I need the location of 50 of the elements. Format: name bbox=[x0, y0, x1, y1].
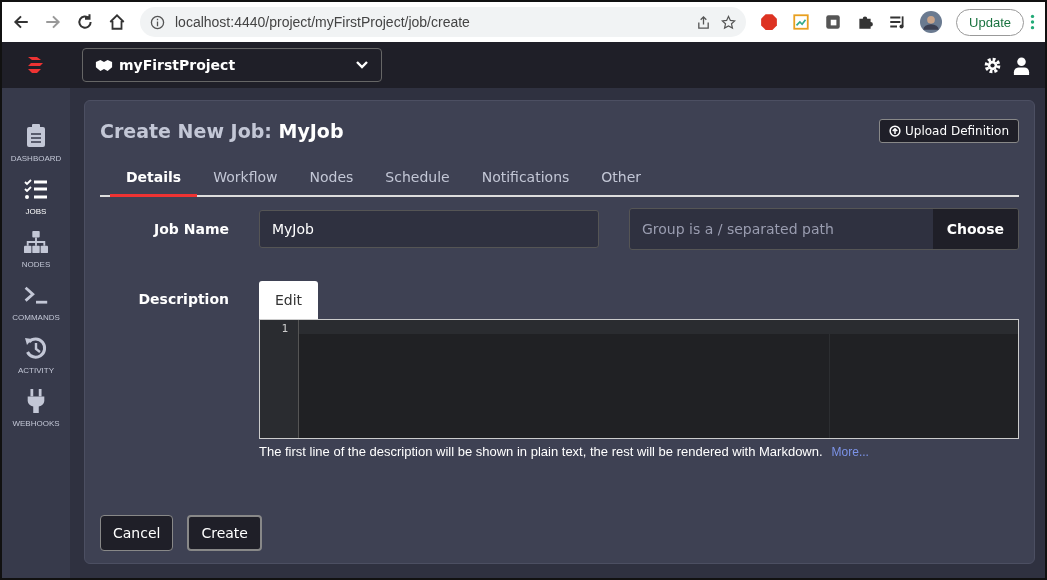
sidebar-item[interactable]: WEBHOOKS bbox=[12, 389, 60, 428]
upload-definition-button[interactable]: Upload Definition bbox=[879, 119, 1019, 143]
project-dropdown[interactable]: myFirstProject bbox=[82, 48, 382, 82]
edit-tab[interactable]: Edit bbox=[259, 281, 319, 319]
sidebar-item[interactable]: DASHBOARD bbox=[10, 124, 62, 163]
chevron-down-icon bbox=[355, 60, 369, 70]
forward-icon[interactable] bbox=[44, 13, 62, 31]
reload-icon[interactable] bbox=[76, 13, 94, 31]
more-link[interactable]: More... bbox=[831, 445, 869, 459]
cancel-button[interactable]: Cancel bbox=[100, 515, 174, 551]
sidebar-item[interactable]: JOBS bbox=[24, 177, 48, 216]
code-editor[interactable]: 1 bbox=[259, 319, 1019, 439]
playlist-icon[interactable] bbox=[888, 13, 907, 31]
extension-square-icon[interactable] bbox=[824, 13, 843, 31]
network-icon bbox=[24, 230, 48, 254]
logo-icon[interactable] bbox=[26, 56, 46, 74]
share-icon[interactable] bbox=[696, 14, 712, 30]
group-field[interactable]: Group is a / separated path Choose bbox=[629, 208, 1019, 250]
tab[interactable]: Other bbox=[585, 161, 658, 197]
tab[interactable]: Nodes bbox=[293, 161, 370, 197]
tab[interactable]: Details bbox=[110, 161, 198, 197]
page-title: Create New Job: MyJob bbox=[100, 120, 344, 142]
chart-icon[interactable] bbox=[792, 13, 811, 31]
tab[interactable]: Schedule bbox=[369, 161, 466, 197]
sidebar-item[interactable]: ACTIVITY bbox=[18, 336, 54, 375]
address-bar[interactable]: localhost:4440/project/myFirstProject/job/create bbox=[140, 7, 747, 37]
more-icon[interactable] bbox=[1030, 13, 1035, 31]
user-icon[interactable] bbox=[1012, 55, 1031, 75]
tab[interactable]: Workflow bbox=[197, 161, 294, 197]
checklist-icon bbox=[24, 177, 48, 201]
choose-button[interactable]: Choose bbox=[932, 209, 1018, 249]
upload-icon bbox=[889, 125, 902, 137]
info-icon bbox=[150, 14, 165, 30]
sidebar-item[interactable]: COMMANDS bbox=[12, 283, 60, 322]
home-icon[interactable] bbox=[108, 13, 126, 31]
create-button[interactable]: Create bbox=[187, 515, 262, 551]
update-button[interactable]: Update bbox=[956, 8, 1024, 36]
avatar-icon[interactable] bbox=[920, 11, 943, 33]
field-label: Job Name bbox=[152, 221, 229, 237]
help-text: The first line of the description will be shown in plain text, the rest will be rendered with Markdown. bbox=[259, 444, 823, 459]
star-icon[interactable] bbox=[721, 14, 737, 30]
clipboard-icon bbox=[24, 124, 48, 148]
tab[interactable]: Notifications bbox=[465, 161, 586, 197]
line-number: 1 bbox=[281, 322, 288, 335]
history-icon bbox=[24, 336, 48, 360]
sidebar-item[interactable]: NODES bbox=[21, 230, 51, 269]
settings-icon[interactable] bbox=[983, 55, 1002, 75]
job-name-field[interactable]: MyJob bbox=[259, 210, 599, 248]
field-label: Description bbox=[137, 290, 229, 309]
back-icon[interactable] bbox=[12, 13, 30, 31]
